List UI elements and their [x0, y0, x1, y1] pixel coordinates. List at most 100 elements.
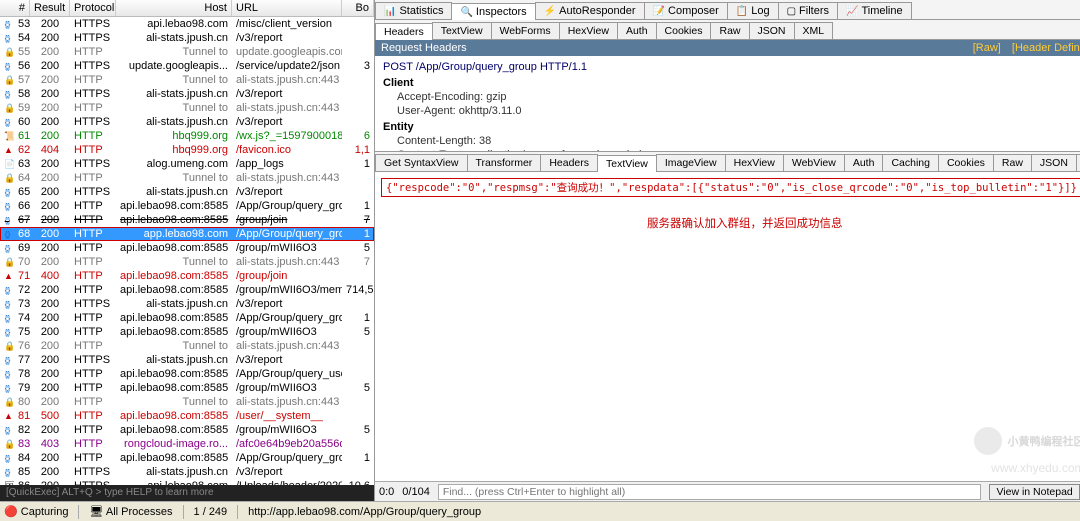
req-tab-json[interactable]: JSON [749, 22, 795, 39]
resp-tab-caching[interactable]: Caching [882, 154, 939, 171]
cell-host: Tunnel to [116, 395, 232, 409]
header-definitions-link[interactable]: [Header Definitions] [1012, 42, 1080, 54]
session-row[interactable]: 64200HTTPTunnel toali-stats.jpush.cn:443 [0, 171, 374, 185]
resp-tab-headers[interactable]: Headers [540, 154, 598, 171]
tab-timeline[interactable]: 📈Timeline [837, 2, 912, 19]
req-tab-raw[interactable]: Raw [710, 22, 749, 39]
session-row[interactable]: 57200HTTPTunnel toali-stats.jpush.cn:443 [0, 73, 374, 87]
resp-tab-get-syntaxview[interactable]: Get SyntaxView [375, 154, 468, 171]
status-url: http://app.lebao98.com/App/Group/query_g… [248, 506, 481, 518]
session-row[interactable]: 83403HTTProngcloud-image.ro.../afc0e64b9… [0, 437, 374, 451]
request-headers-title: Request Headers [381, 42, 467, 54]
cell-id: 60 [14, 115, 30, 129]
col-body[interactable]: Bo [342, 0, 374, 16]
session-row[interactable]: 74200HTTPapi.lebao98.com:8585/App/Group/… [0, 311, 374, 325]
session-row[interactable]: 72200HTTPapi.lebao98.com:8585/group/mWII… [0, 283, 374, 297]
session-row[interactable]: 81500HTTPapi.lebao98.com:8585/user/__sys… [0, 409, 374, 423]
cell-protocol: HTTP [70, 395, 116, 409]
session-row[interactable]: 65200HTTPSali-stats.jpush.cn/v3/report [0, 185, 374, 199]
session-row[interactable]: 80200HTTPTunnel toali-stats.jpush.cn:443 [0, 395, 374, 409]
tab-inspectors[interactable]: 🔍Inspectors [451, 3, 535, 20]
req-tab-cookies[interactable]: Cookies [656, 22, 712, 39]
cell-body: 7 [342, 255, 374, 269]
session-row[interactable]: 77200HTTPSali-stats.jpush.cn/v3/report [0, 353, 374, 367]
request-body[interactable]: POST /App/Group/query_group HTTP/1.1 Cli… [375, 56, 1080, 152]
req-tab-headers[interactable]: Headers [375, 23, 433, 40]
cell-body [342, 115, 374, 129]
session-row[interactable]: 69200HTTPapi.lebao98.com:8585/group/mWII… [0, 241, 374, 255]
cell-url: ali-stats.jpush.cn:443 [232, 395, 342, 409]
cell-host: api.lebao98.com:8585 [116, 283, 232, 297]
resp-tab-webview[interactable]: WebView [783, 154, 845, 171]
session-row[interactable]: 78200HTTPapi.lebao98.com:8585/App/Group/… [0, 367, 374, 381]
resp-tab-raw[interactable]: Raw [993, 154, 1032, 171]
req-tab-hexview[interactable]: HexView [559, 22, 618, 39]
col-host[interactable]: Host [116, 0, 232, 16]
cell-id: 75 [14, 325, 30, 339]
session-row[interactable]: 71400HTTPapi.lebao98.com:8585/group/join [0, 269, 374, 283]
resp-tab-imageview[interactable]: ImageView [656, 154, 726, 171]
cell-result: 404 [30, 143, 70, 157]
tab-composer[interactable]: 📝Composer [644, 2, 728, 19]
session-row[interactable]: 67200HTTPapi.lebao98.com:8585/group/join… [0, 213, 374, 227]
cell-url: ali-stats.jpush.cn:443 [232, 339, 342, 353]
session-row[interactable]: 70200HTTPTunnel toali-stats.jpush.cn:443… [0, 255, 374, 269]
col-result[interactable]: Result [30, 0, 70, 16]
session-row[interactable]: 66200HTTPapi.lebao98.com:8585/App/Group/… [0, 199, 374, 213]
resp-tab-xml[interactable]: XML [1076, 154, 1080, 171]
tab-autoresponder[interactable]: ⚡AutoResponder [535, 2, 645, 19]
session-row[interactable]: 79200HTTPapi.lebao98.com:8585/group/mWII… [0, 381, 374, 395]
req-tab-webforms[interactable]: WebForms [491, 22, 560, 39]
tab-statistics[interactable]: 📊Statistics [375, 2, 452, 19]
resp-tab-transformer[interactable]: Transformer [467, 154, 542, 171]
col-id[interactable]: # [0, 0, 30, 16]
col-url[interactable]: URL [232, 0, 342, 16]
cell-body [342, 45, 374, 59]
session-count: 1 / 249 [194, 506, 228, 518]
session-row[interactable]: 55200HTTPTunnel toupdate.googleapis.com:… [0, 45, 374, 59]
resp-tab-textview[interactable]: TextView [597, 155, 657, 172]
session-row[interactable]: 73200HTTPSali-stats.jpush.cn/v3/report [0, 297, 374, 311]
capturing-indicator[interactable]: 🔴 Capturing [4, 505, 68, 518]
quickexec-bar[interactable]: [QuickExec] ALT+Q > type HELP to learn m… [0, 485, 374, 501]
session-row[interactable]: 53200HTTPSapi.lebao98.com/misc/client_ve… [0, 17, 374, 31]
session-row[interactable]: 75200HTTPapi.lebao98.com:8585/group/mWII… [0, 325, 374, 339]
session-row[interactable]: 54200HTTPSali-stats.jpush.cn/v3/report [0, 31, 374, 45]
raw-link[interactable]: [Raw] [973, 42, 1001, 54]
view-in-notepad-button[interactable]: View in Notepad [989, 484, 1079, 500]
resp-tab-auth[interactable]: Auth [844, 154, 884, 171]
session-row[interactable]: 60200HTTPSali-stats.jpush.cn/v3/report [0, 115, 374, 129]
find-input[interactable] [438, 484, 982, 500]
resp-tab-json[interactable]: JSON [1031, 154, 1077, 171]
req-tab-textview[interactable]: TextView [432, 22, 492, 39]
cell-host: rongcloud-image.ro... [116, 437, 232, 451]
session-row[interactable]: 61200HTTPhbq999.org/wx.js?_=159790001873… [0, 129, 374, 143]
session-row[interactable]: 63200HTTPSalog.umeng.com/app_logs1 [0, 157, 374, 171]
req-tab-auth[interactable]: Auth [617, 22, 657, 39]
session-row[interactable]: 84200HTTPapi.lebao98.com:8585/App/Group/… [0, 451, 374, 465]
session-row[interactable]: 68200HTTPapp.lebao98.com/App/Group/query… [0, 227, 374, 241]
req-tab-xml[interactable]: XML [794, 22, 834, 39]
cell-url: /App/Group/query_group [232, 227, 342, 241]
session-row[interactable]: 59200HTTPTunnel toali-stats.jpush.cn:443 [0, 101, 374, 115]
process-filter[interactable]: 🖥 All Processes [89, 505, 172, 518]
session-row[interactable]: 82200HTTPapi.lebao98.com:8585/group/mWII… [0, 423, 374, 437]
tab-filters[interactable]: ▢Filters [778, 2, 838, 19]
resp-tab-hexview[interactable]: HexView [725, 154, 784, 171]
session-row[interactable]: 62404HTTPhbq999.org/favicon.ico1,1 [0, 143, 374, 157]
session-row[interactable]: 56200HTTPSupdate.googleapis.../service/u… [0, 59, 374, 73]
session-rows[interactable]: 53200HTTPSapi.lebao98.com/misc/client_ve… [0, 17, 374, 485]
session-row[interactable]: 85200HTTPSali-stats.jpush.cn/v3/report [0, 465, 374, 479]
request-tabs: HeadersTextViewWebFormsHexViewAuthCookie… [375, 20, 1080, 40]
response-json[interactable]: {"respcode":"0","respmsg":"查询成功！","respd… [381, 178, 1080, 197]
cell-protocol: HTTPS [70, 115, 116, 129]
cell-host: api.lebao98.com:8585 [116, 199, 232, 213]
session-row[interactable]: 76200HTTPTunnel toali-stats.jpush.cn:443 [0, 339, 374, 353]
cell-host: api.lebao98.com:8585 [116, 367, 232, 381]
tab-log[interactable]: 📋Log [727, 2, 779, 19]
resp-tab-cookies[interactable]: Cookies [938, 154, 994, 171]
session-row[interactable]: 58200HTTPSali-stats.jpush.cn/v3/report [0, 87, 374, 101]
cell-host: api.lebao98.com:8585 [116, 269, 232, 283]
cell-body [342, 339, 374, 353]
col-protocol[interactable]: Protocol [70, 0, 116, 16]
